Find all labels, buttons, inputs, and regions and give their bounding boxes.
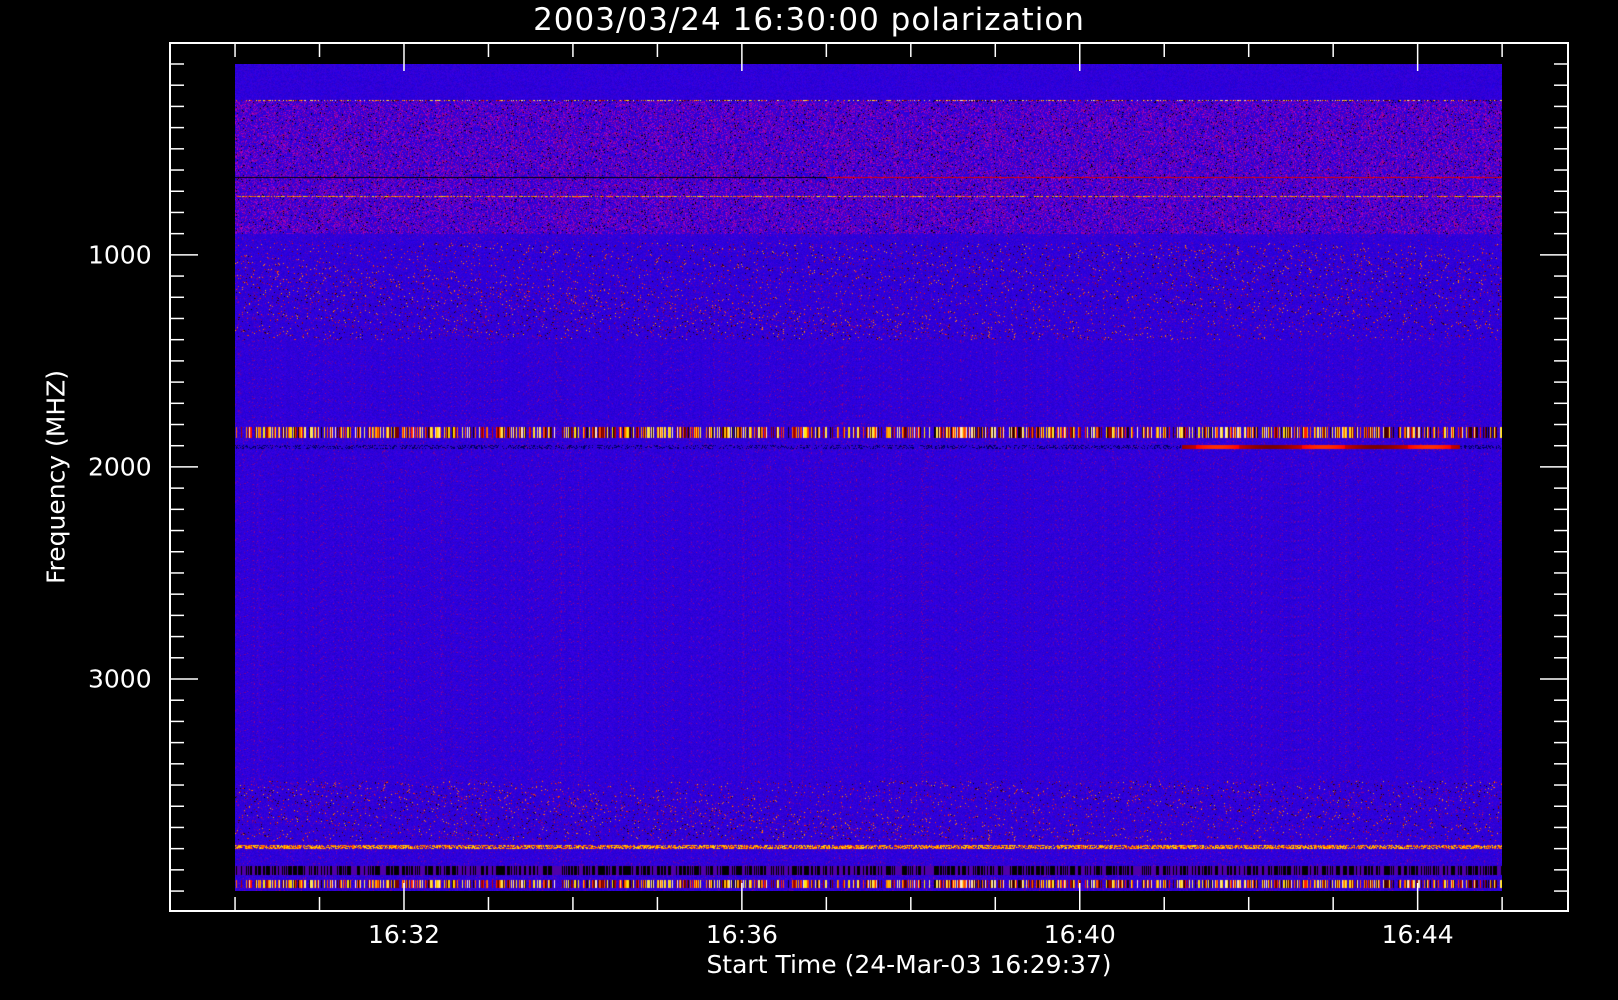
x-axis-label: Start Time (24-Mar-03 16:29:37) [706,950,1112,979]
y-tick-label: 3000 [88,664,152,694]
x-tick-label: 16:32 [367,920,441,949]
plot-axes [169,42,1569,912]
plot-frame [169,42,1569,912]
x-tick-label: 16:44 [1381,920,1454,949]
y-tick-label: 2000 [88,452,152,482]
x-tick-label: 16:36 [705,920,778,949]
x-tick-label: 16:40 [1043,920,1116,949]
y-axis-label: Frequency (MHZ) [41,369,71,585]
y-tick-label: 1000 [88,240,152,270]
